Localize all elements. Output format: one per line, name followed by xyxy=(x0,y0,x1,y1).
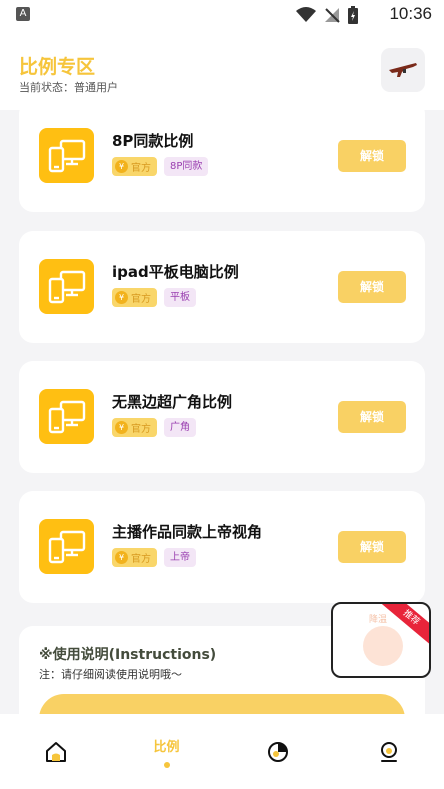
unlock-button[interactable]: 解锁 xyxy=(338,531,406,563)
ratio-card: 主播作品同款上帝视角 ¥ 官方 上帝 解锁 xyxy=(19,491,425,603)
unlock-button[interactable]: 解锁 xyxy=(338,401,406,433)
official-tag: ¥ 官方 xyxy=(112,157,157,176)
category-tag: 广角 xyxy=(164,418,196,437)
coin-icon: ¥ xyxy=(115,551,128,564)
pie-chart-icon xyxy=(267,741,288,762)
user-status: 当前状态：普通用户 xyxy=(19,81,118,94)
widget-label: 降温 xyxy=(369,615,388,625)
official-tag: ¥ 官方 xyxy=(112,548,157,567)
rifle-icon xyxy=(389,63,417,77)
nav-profile[interactable] xyxy=(333,714,444,789)
card-tags: ¥ 官方 上帝 xyxy=(112,548,196,567)
recommend-widget[interactable]: 降温 推荐 xyxy=(331,602,431,678)
page-title: 比例专区 xyxy=(19,56,96,78)
active-indicator xyxy=(163,761,170,768)
nav-ratio[interactable]: 比例 xyxy=(111,714,222,789)
card-tags: ¥ 官方 8P同款 xyxy=(112,157,209,176)
page-header: 比例专区 当前状态：普通用户 xyxy=(0,30,444,110)
card-title: 无黑边超广角比例 xyxy=(112,393,233,411)
bottom-nav: 比例 xyxy=(0,714,444,789)
category-tag: 上帝 xyxy=(164,548,196,567)
nav-home[interactable] xyxy=(0,714,111,789)
devices-icon xyxy=(39,519,94,574)
battery-charging-icon xyxy=(348,6,358,24)
devices-icon xyxy=(39,389,94,444)
coin-icon: ¥ xyxy=(115,421,128,434)
coin-icon: ¥ xyxy=(115,291,128,304)
unlock-button[interactable]: 解锁 xyxy=(338,271,406,303)
card-title: ipad平板电脑比例 xyxy=(112,263,239,281)
status-icons xyxy=(296,6,358,24)
official-tag: ¥ 官方 xyxy=(112,288,157,307)
ratio-card: 8P同款比例 ¥ 官方 8P同款 解锁 xyxy=(19,100,425,212)
devices-icon xyxy=(39,128,94,183)
instructions-title: ※使用说明(Instructions) xyxy=(39,647,217,663)
devices-icon xyxy=(39,259,94,314)
home-icon xyxy=(45,741,66,762)
notification-icon: A xyxy=(16,7,30,21)
official-tag: ¥ 官方 xyxy=(112,418,157,437)
nav-ratio-label: 比例 xyxy=(153,739,180,755)
status-bar: A 10:36 xyxy=(0,0,444,30)
user-icon xyxy=(380,741,397,762)
ratio-card: 无黑边超广角比例 ¥ 官方 广角 解锁 xyxy=(19,361,425,473)
instructions-note: 注：请仔细阅读使用说明哦～ xyxy=(39,668,182,681)
card-tags: ¥ 官方 平板 xyxy=(112,288,196,307)
card-title: 主播作品同款上帝视角 xyxy=(112,523,263,541)
wifi-icon xyxy=(296,7,316,22)
card-tags: ¥ 官方 广角 xyxy=(112,418,196,437)
clock: 10:36 xyxy=(389,4,432,23)
unlock-button[interactable]: 解锁 xyxy=(338,140,406,172)
nav-stats[interactable] xyxy=(222,714,333,789)
rifle-button[interactable] xyxy=(381,48,425,92)
ratio-card: ipad平板电脑比例 ¥ 官方 平板 解锁 xyxy=(19,231,425,343)
card-title: 8P同款比例 xyxy=(112,132,194,150)
category-tag: 8P同款 xyxy=(164,157,209,176)
no-signal-icon xyxy=(325,8,340,23)
fan-icon xyxy=(363,626,403,666)
coin-icon: ¥ xyxy=(115,160,128,173)
category-tag: 平板 xyxy=(164,288,196,307)
